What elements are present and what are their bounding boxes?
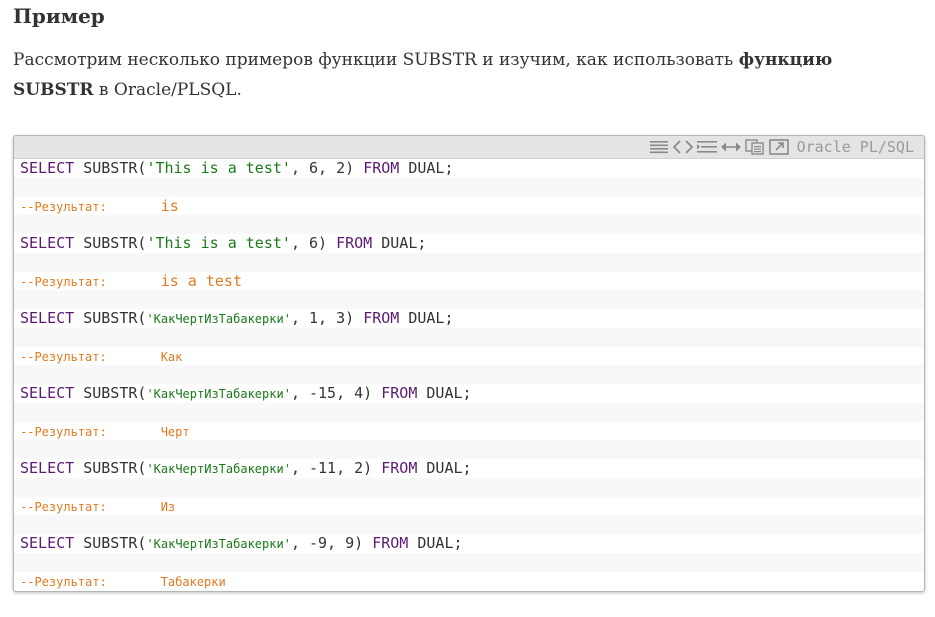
code-toolbar: Oracle PL/SQL xyxy=(14,136,924,159)
code-line-query: SELECT SUBSTR('This is a test', 6) FROM … xyxy=(14,234,924,253)
keyword-select: SELECT xyxy=(20,309,75,327)
code-line-blank xyxy=(14,515,924,534)
code-line-result: --Результат: is xyxy=(14,196,924,216)
code-line-result: --Результат: Как xyxy=(14,346,924,366)
function-args: , -9, 9) xyxy=(290,534,373,552)
keyword-from: FROM xyxy=(336,234,373,252)
intro-tail-text: в Oracle/PLSQL. xyxy=(93,80,242,100)
function-name: SUBSTR xyxy=(83,234,138,252)
intro-paragraph: Рассмотрим несколько примеров функции SU… xyxy=(13,45,913,105)
function-name: SUBSTR xyxy=(83,384,138,402)
code-line-blank xyxy=(14,440,924,459)
keyword-from: FROM xyxy=(372,534,409,552)
keyword-from: FROM xyxy=(363,159,400,177)
table-name: DUAL; xyxy=(426,459,472,477)
code-line-result: --Результат: Черт xyxy=(14,421,924,441)
code-line-blank xyxy=(14,215,924,234)
result-value: Из xyxy=(160,499,176,514)
language-label: Oracle PL/SQL xyxy=(796,138,914,156)
popup-icon[interactable] xyxy=(768,139,789,155)
result-value: is xyxy=(160,196,179,215)
string-literal: 'This is a test' xyxy=(146,159,291,177)
string-literal: 'КакЧертИзТабакерки' xyxy=(146,387,291,401)
code-line-blank xyxy=(14,365,924,384)
section-heading: Пример xyxy=(13,4,105,28)
comment-label: --Результат: xyxy=(20,499,107,514)
comment-label: --Результат: xyxy=(20,424,107,439)
function-name: SUBSTR xyxy=(83,159,138,177)
string-literal: 'КакЧертИзТабакерки' xyxy=(146,537,291,551)
view-source-icon[interactable] xyxy=(649,139,669,155)
keyword-select: SELECT xyxy=(20,384,75,402)
code-line-query: SELECT SUBSTR('КакЧертИзТабакерки', 1, 3… xyxy=(14,309,924,328)
comment-label: --Результат: xyxy=(20,199,107,214)
function-name: SUBSTR xyxy=(83,534,138,552)
code-line-query: SELECT SUBSTR('КакЧертИзТабакерки', -11,… xyxy=(14,459,924,478)
string-literal: 'КакЧертИзТабакерки' xyxy=(146,462,291,476)
code-line-blank xyxy=(14,327,924,347)
function-name: SUBSTR xyxy=(83,309,138,327)
code-line-query: SELECT SUBSTR('This is a test', 6, 2) FR… xyxy=(14,159,924,178)
keyword-from: FROM xyxy=(381,384,418,402)
intro-text: Рассмотрим несколько примеров функции SU… xyxy=(13,50,739,70)
code-line-query: SELECT SUBSTR('КакЧертИзТабакерки', -9, … xyxy=(14,534,924,553)
copy-icon[interactable] xyxy=(744,139,765,155)
keyword-select: SELECT xyxy=(20,234,75,252)
code-block: Oracle PL/SQL SELECT SUBSTR('This is a t… xyxy=(13,135,925,592)
string-literal: 'КакЧертИзТабакерки' xyxy=(146,312,291,326)
comment-label: --Результат: xyxy=(20,349,107,364)
table-name: DUAL; xyxy=(381,234,427,252)
comment-label: --Результат: xyxy=(20,574,107,589)
code-line-blank xyxy=(14,290,924,309)
code-lines: SELECT SUBSTR('This is a test', 6, 2) FR… xyxy=(14,159,924,591)
code-line-blank xyxy=(14,402,924,422)
function-name: SUBSTR xyxy=(83,459,138,477)
result-value: Черт xyxy=(160,424,190,439)
code-line-result: --Результат: Табакерки xyxy=(14,571,924,591)
code-icon[interactable] xyxy=(672,139,693,155)
string-literal: 'This is a test' xyxy=(146,234,291,252)
table-name: DUAL; xyxy=(417,534,463,552)
result-value: Как xyxy=(160,349,183,364)
keyword-select: SELECT xyxy=(20,459,75,477)
keyword-from: FROM xyxy=(381,459,418,477)
table-name: DUAL; xyxy=(426,384,472,402)
table-name: DUAL; xyxy=(408,309,454,327)
code-line-blank xyxy=(14,477,924,497)
code-line-result: --Результат: is a test xyxy=(14,271,924,291)
keyword-select: SELECT xyxy=(20,534,75,552)
keyword-from: FROM xyxy=(363,309,400,327)
function-args: , 6) xyxy=(290,234,337,252)
wrap-lines-icon[interactable] xyxy=(696,139,717,155)
code-line-blank xyxy=(14,252,924,272)
table-name: DUAL; xyxy=(408,159,454,177)
comment-label: --Результат: xyxy=(20,274,107,289)
keyword-select: SELECT xyxy=(20,159,75,177)
code-line-blank xyxy=(14,177,924,197)
expand-icon[interactable] xyxy=(720,139,741,155)
toolbar-tools: Oracle PL/SQL xyxy=(645,136,914,158)
function-args: , -15, 4) xyxy=(290,384,382,402)
result-value: Табакерки xyxy=(160,574,226,589)
function-args: , 1, 3) xyxy=(290,309,364,327)
code-line-result: --Результат: Из xyxy=(14,496,924,516)
code-line-query: SELECT SUBSTR('КакЧертИзТабакерки', -15,… xyxy=(14,384,924,403)
function-args: , 6, 2) xyxy=(290,159,364,177)
code-line-blank xyxy=(14,552,924,572)
result-value: is a test xyxy=(160,271,242,290)
function-args: , -11, 2) xyxy=(290,459,382,477)
